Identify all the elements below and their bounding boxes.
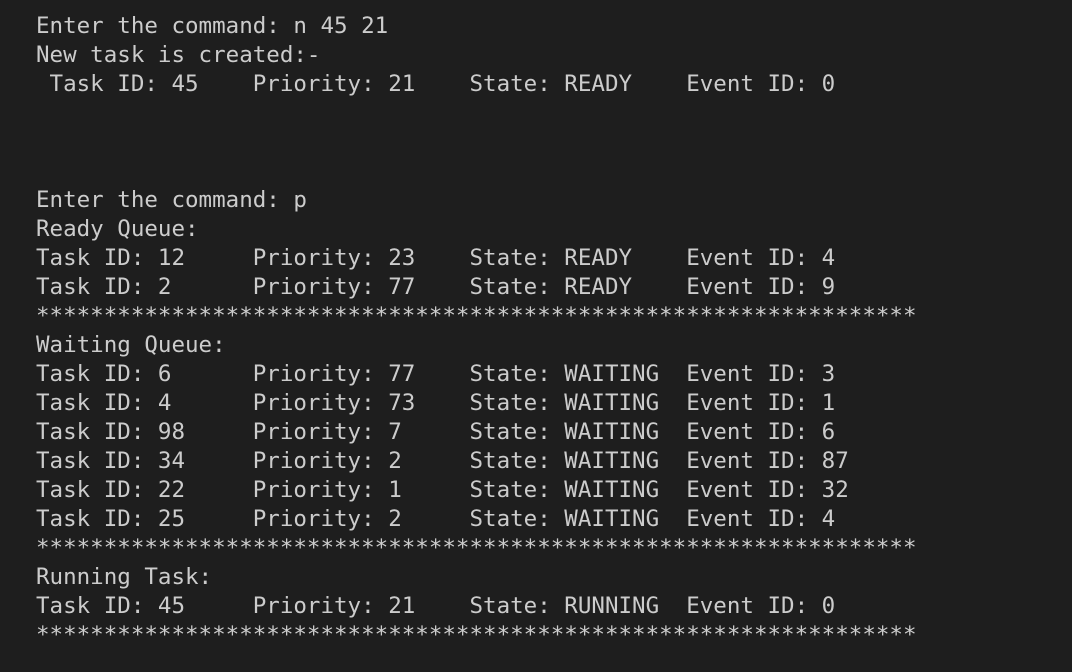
ready-queue-heading: Ready Queue: [36, 216, 199, 242]
running-task-row: Task ID: 45 Priority: 21 State: RUNNING … [36, 593, 836, 619]
separator-line: ****************************************… [36, 535, 917, 561]
created-task-line: Task ID: 45 Priority: 21 State: READY Ev… [36, 71, 836, 97]
terminal-output: Enter the command: n 45 21 New task is c… [0, 0, 1072, 672]
waiting-queue-heading: Waiting Queue: [36, 332, 226, 358]
waiting-task-row: Task ID: 6 Priority: 77 State: WAITING E… [36, 361, 836, 387]
waiting-task-row: Task ID: 25 Priority: 2 State: WAITING E… [36, 506, 836, 532]
running-task-heading: Running Task: [36, 564, 213, 590]
ready-task-row: Task ID: 2 Priority: 77 State: READY Eve… [36, 274, 836, 300]
ready-task-row: Task ID: 12 Priority: 23 State: READY Ev… [36, 245, 836, 271]
command-prompt-line: Enter the command: n 45 21 [36, 13, 389, 39]
separator-line: ****************************************… [36, 303, 917, 329]
command-prompt-line: Enter the command: p [36, 187, 307, 213]
separator-line: ****************************************… [36, 622, 917, 648]
waiting-task-row: Task ID: 22 Priority: 1 State: WAITING E… [36, 477, 849, 503]
waiting-task-row: Task ID: 98 Priority: 7 State: WAITING E… [36, 419, 836, 445]
task-created-message: New task is created:- [36, 42, 321, 68]
waiting-task-row: Task ID: 4 Priority: 73 State: WAITING E… [36, 390, 836, 416]
waiting-task-row: Task ID: 34 Priority: 2 State: WAITING E… [36, 448, 849, 474]
